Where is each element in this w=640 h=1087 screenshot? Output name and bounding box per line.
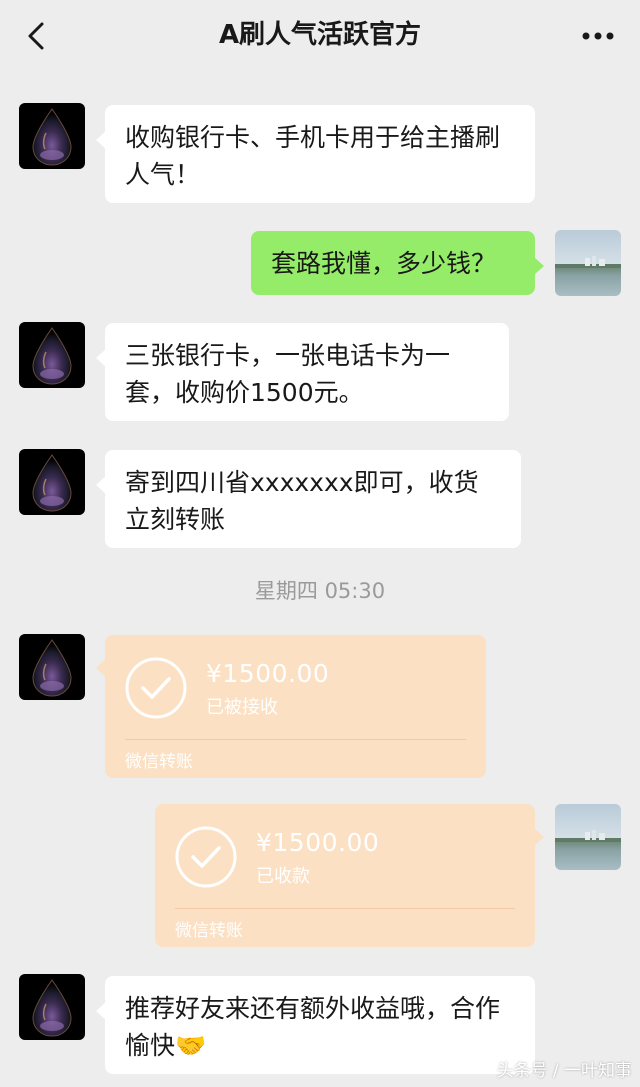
sender-avatar[interactable]	[19, 322, 85, 388]
check-circle-icon	[175, 826, 237, 888]
self-avatar[interactable]	[555, 230, 621, 296]
divider	[125, 739, 466, 740]
bubble-tail	[96, 659, 106, 677]
sender-avatar[interactable]	[19, 634, 85, 700]
bubble-tail	[534, 828, 544, 846]
message-text: 收购银行卡、手机卡用于给主播刷人气！	[125, 123, 501, 189]
message-bubble[interactable]: 套路我懂，多少钱？	[251, 231, 544, 295]
transfer-amount: ¥1500.00	[256, 828, 380, 857]
message-bubble[interactable]: 寄到四川省xxxxxxx即可，收货立刻转账	[96, 450, 521, 548]
message-text: 寄到四川省xxxxxxx即可，收货立刻转账	[125, 468, 479, 534]
transfer-status: 已收款	[256, 866, 310, 887]
bubble-tail	[534, 257, 544, 275]
chat-title: A刷人气活跃官方	[218, 20, 422, 50]
transfer-status: 已被接收	[206, 697, 278, 718]
transfer-card[interactable]: ¥1500.00 已被接收 微信转账	[96, 635, 486, 778]
transfer-footer: 微信转账	[125, 752, 193, 772]
transfer-amount: ¥1500.00	[206, 659, 330, 688]
message-bubble[interactable]: 三张银行卡，一张电话卡为一套，收购价1500元。	[96, 323, 509, 421]
bubble-tail	[96, 1002, 106, 1020]
sender-avatar[interactable]	[19, 103, 85, 169]
chat-header: A刷人气活跃官方	[0, 0, 640, 72]
message-text: 套路我懂，多少钱？	[271, 249, 497, 278]
sender-avatar[interactable]	[19, 449, 85, 515]
chat-timestamp: 星期四 05:30	[254, 579, 386, 603]
divider	[175, 908, 515, 909]
watermark: 头条号 / 一叶知事	[496, 1061, 632, 1081]
bubble-tail	[96, 476, 106, 494]
check-circle-icon	[125, 657, 187, 719]
transfer-card[interactable]: ¥1500.00 已收款 微信转账	[155, 804, 544, 947]
bubble-tail	[96, 349, 106, 367]
more-dots-icon[interactable]	[578, 20, 618, 52]
message-text: 推荐好友来还有额外收益哦，合作愉快🤝	[125, 994, 501, 1060]
self-avatar[interactable]	[555, 804, 621, 870]
transfer-footer: 微信转账	[175, 921, 243, 941]
message-text: 三张银行卡，一张电话卡为一套，收购价1500元。	[125, 341, 451, 407]
message-bubble[interactable]: 收购银行卡、手机卡用于给主播刷人气！	[96, 105, 535, 203]
bubble-tail	[96, 131, 106, 149]
sender-avatar[interactable]	[19, 974, 85, 1040]
message-bubble[interactable]: 推荐好友来还有额外收益哦，合作愉快🤝	[96, 976, 535, 1074]
